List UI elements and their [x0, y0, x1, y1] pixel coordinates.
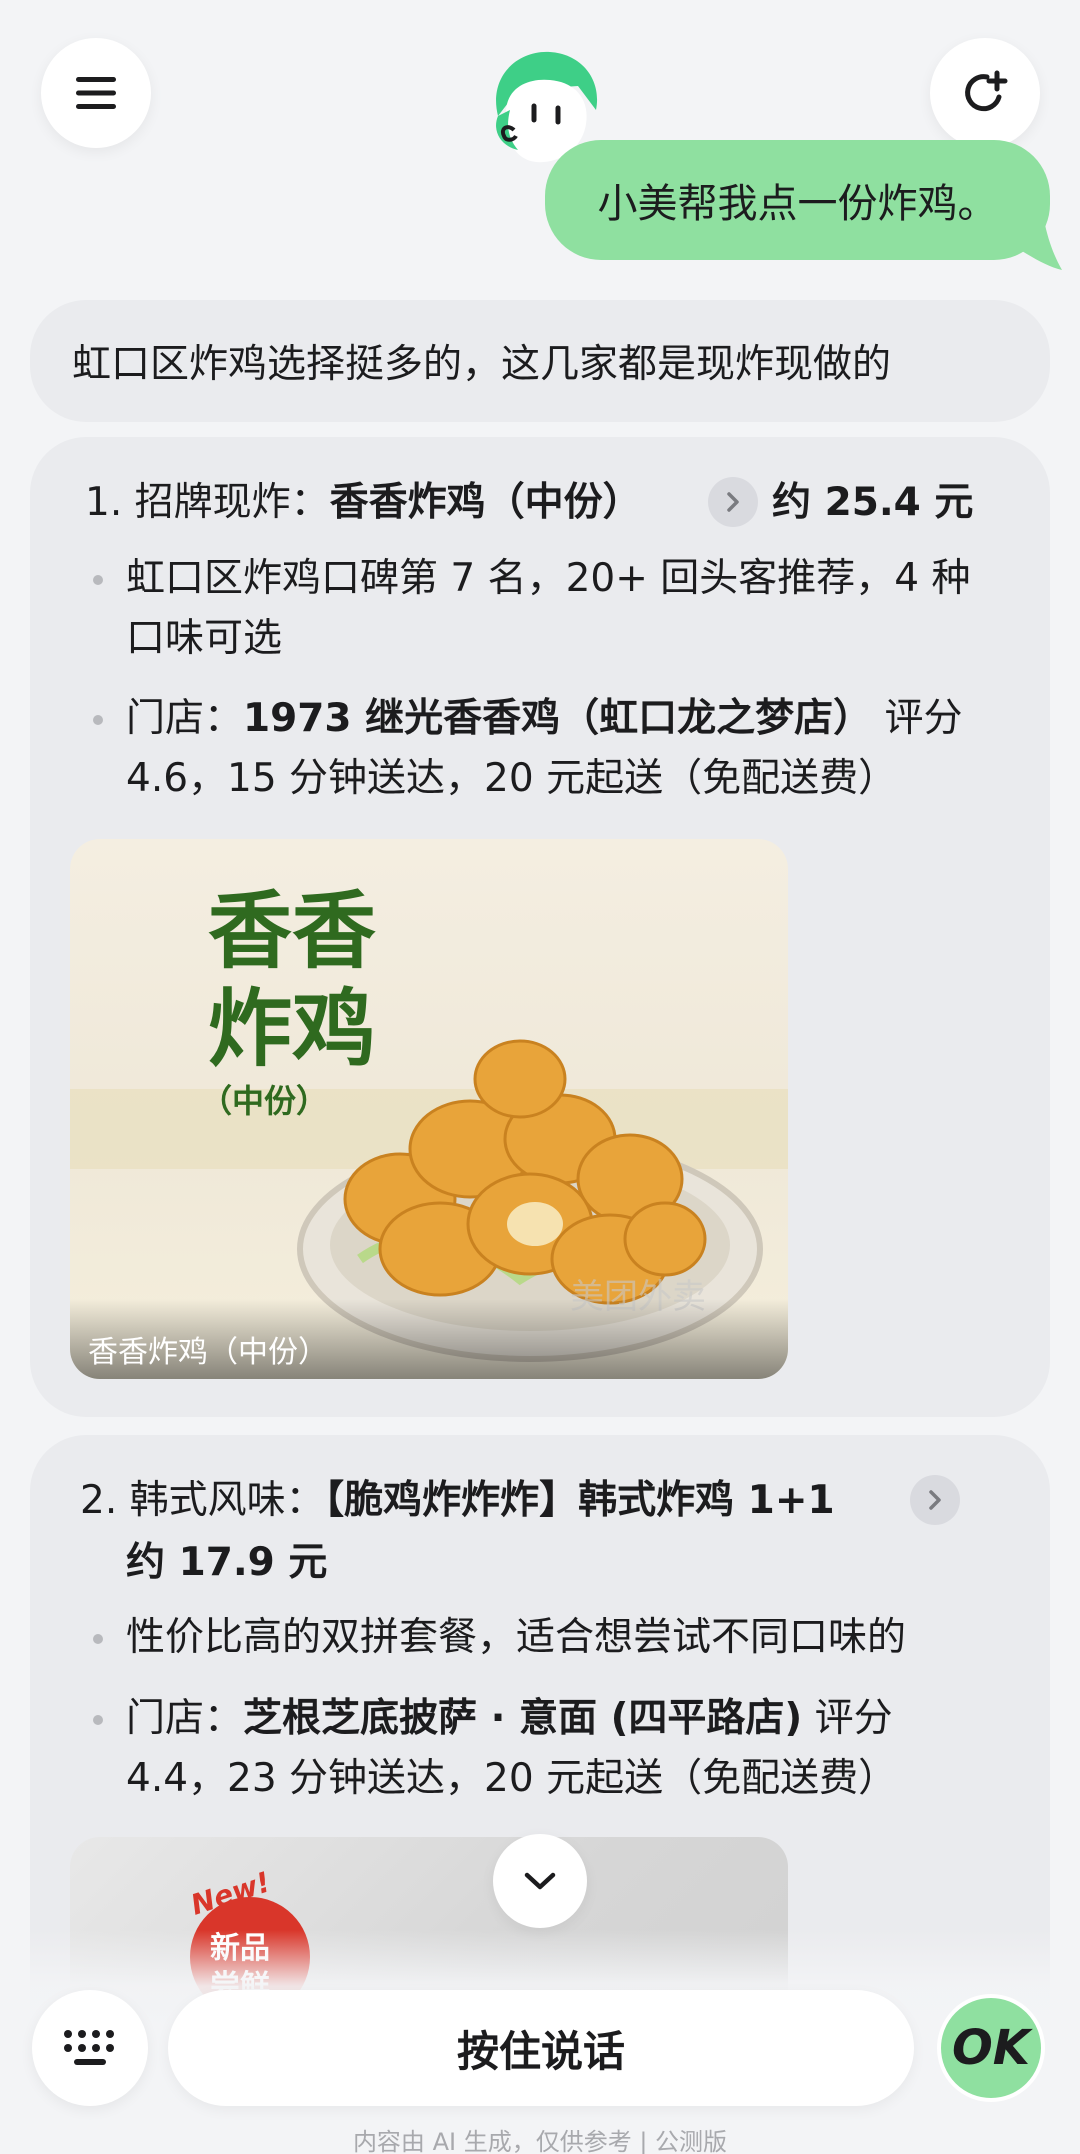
menu-button[interactable]	[41, 38, 151, 148]
result-highlight: 虹口区炸鸡口碑第 7 名，20+ 回头客推荐，4 种口味可选	[126, 556, 971, 661]
store-name: 1973 继光香香鸡（虹口龙之梦店）	[243, 696, 873, 741]
result-store-info: 门店：1973 继光香香鸡（虹口龙之梦店） 评分 4.6，15 分钟送达，20 …	[126, 689, 1016, 809]
scroll-down-button[interactable]	[493, 1834, 587, 1928]
result-detail-button[interactable]	[708, 477, 758, 527]
food-image-caption: 香香炸鸡（中份）	[70, 1299, 788, 1379]
result-title: 2. 韩式风味：【脆鸡炸炸炸】韩式炸鸡 1+1	[80, 1469, 835, 1525]
result-price: 约 17.9 元	[126, 1540, 328, 1585]
result-label: 1. 招牌现炸：	[85, 480, 330, 525]
food-title-line1: 香香	[208, 882, 377, 980]
result-detail-button[interactable]	[910, 1475, 960, 1525]
store-name: 芝根芝底披萨 · 意面 (四平路店)	[243, 1696, 803, 1741]
bullet-dot	[93, 1715, 103, 1725]
hold-to-talk-button[interactable]: 按住说话	[168, 1990, 914, 2106]
chevron-right-icon	[727, 492, 739, 512]
result-title: 1. 招牌现炸：香香炸鸡（中份）	[85, 471, 642, 527]
store-prefix: 门店：	[126, 1696, 244, 1741]
bullet-dot	[93, 575, 103, 585]
result-price: 约 25.4 元	[772, 480, 974, 525]
result-label: 2. 韩式风味：	[80, 1478, 325, 1523]
result-highlight: 性价比高的双拼套餐，适合想尝试不同口味的	[126, 1615, 907, 1660]
store-prefix: 门店：	[126, 696, 244, 741]
refresh-plus-icon	[965, 70, 1008, 112]
new-chat-button[interactable]	[930, 38, 1040, 148]
ai-disclaimer: 内容由 AI 生成，仅供参考 | 公测版	[352, 2128, 728, 2154]
bullet-dot	[93, 715, 103, 725]
bubble-tail-shape	[1004, 220, 1062, 270]
user-message-bubble: 小美帮我点一份炸鸡。	[545, 140, 1050, 260]
result-name: 香香炸鸡（中份）	[329, 480, 642, 525]
user-message-text: 小美帮我点一份炸鸡。	[597, 181, 998, 227]
result-card[interactable]: 1. 招牌现炸：香香炸鸡（中份） 约 25.4 元 虹口区炸鸡口碑第 7 名，2…	[30, 437, 1050, 1417]
assistant-intro-text: 虹口区炸鸡选择挺多的，这几家都是现炸现做的	[72, 342, 892, 387]
bullet-dot	[93, 1634, 103, 1644]
hamburger-icon	[76, 77, 116, 109]
keyboard-icon	[64, 2030, 114, 2065]
result-name: 【脆鸡炸炸炸】韩式炸鸡 1+1	[324, 1478, 835, 1523]
ok-button[interactable]: OK	[937, 1994, 1045, 2102]
chevron-right-icon	[929, 1490, 941, 1510]
hold-to-talk-label: 按住说话	[456, 2026, 625, 2076]
chevron-down-icon	[524, 1872, 556, 1890]
ok-label: OK	[952, 2020, 1030, 2076]
keyboard-button[interactable]	[32, 1990, 148, 2106]
food-image[interactable]: 香香 炸鸡 （中份） 美团外卖 香香炸鸡（中份）	[70, 839, 788, 1379]
assistant-intro-card: 虹口区炸鸡选择挺多的，这几家都是现炸现做的	[30, 300, 1050, 422]
result-store-info: 门店：芝根芝底披萨 · 意面 (四平路店) 评分 4.4，23 分钟送达，20 …	[126, 1689, 1006, 1809]
